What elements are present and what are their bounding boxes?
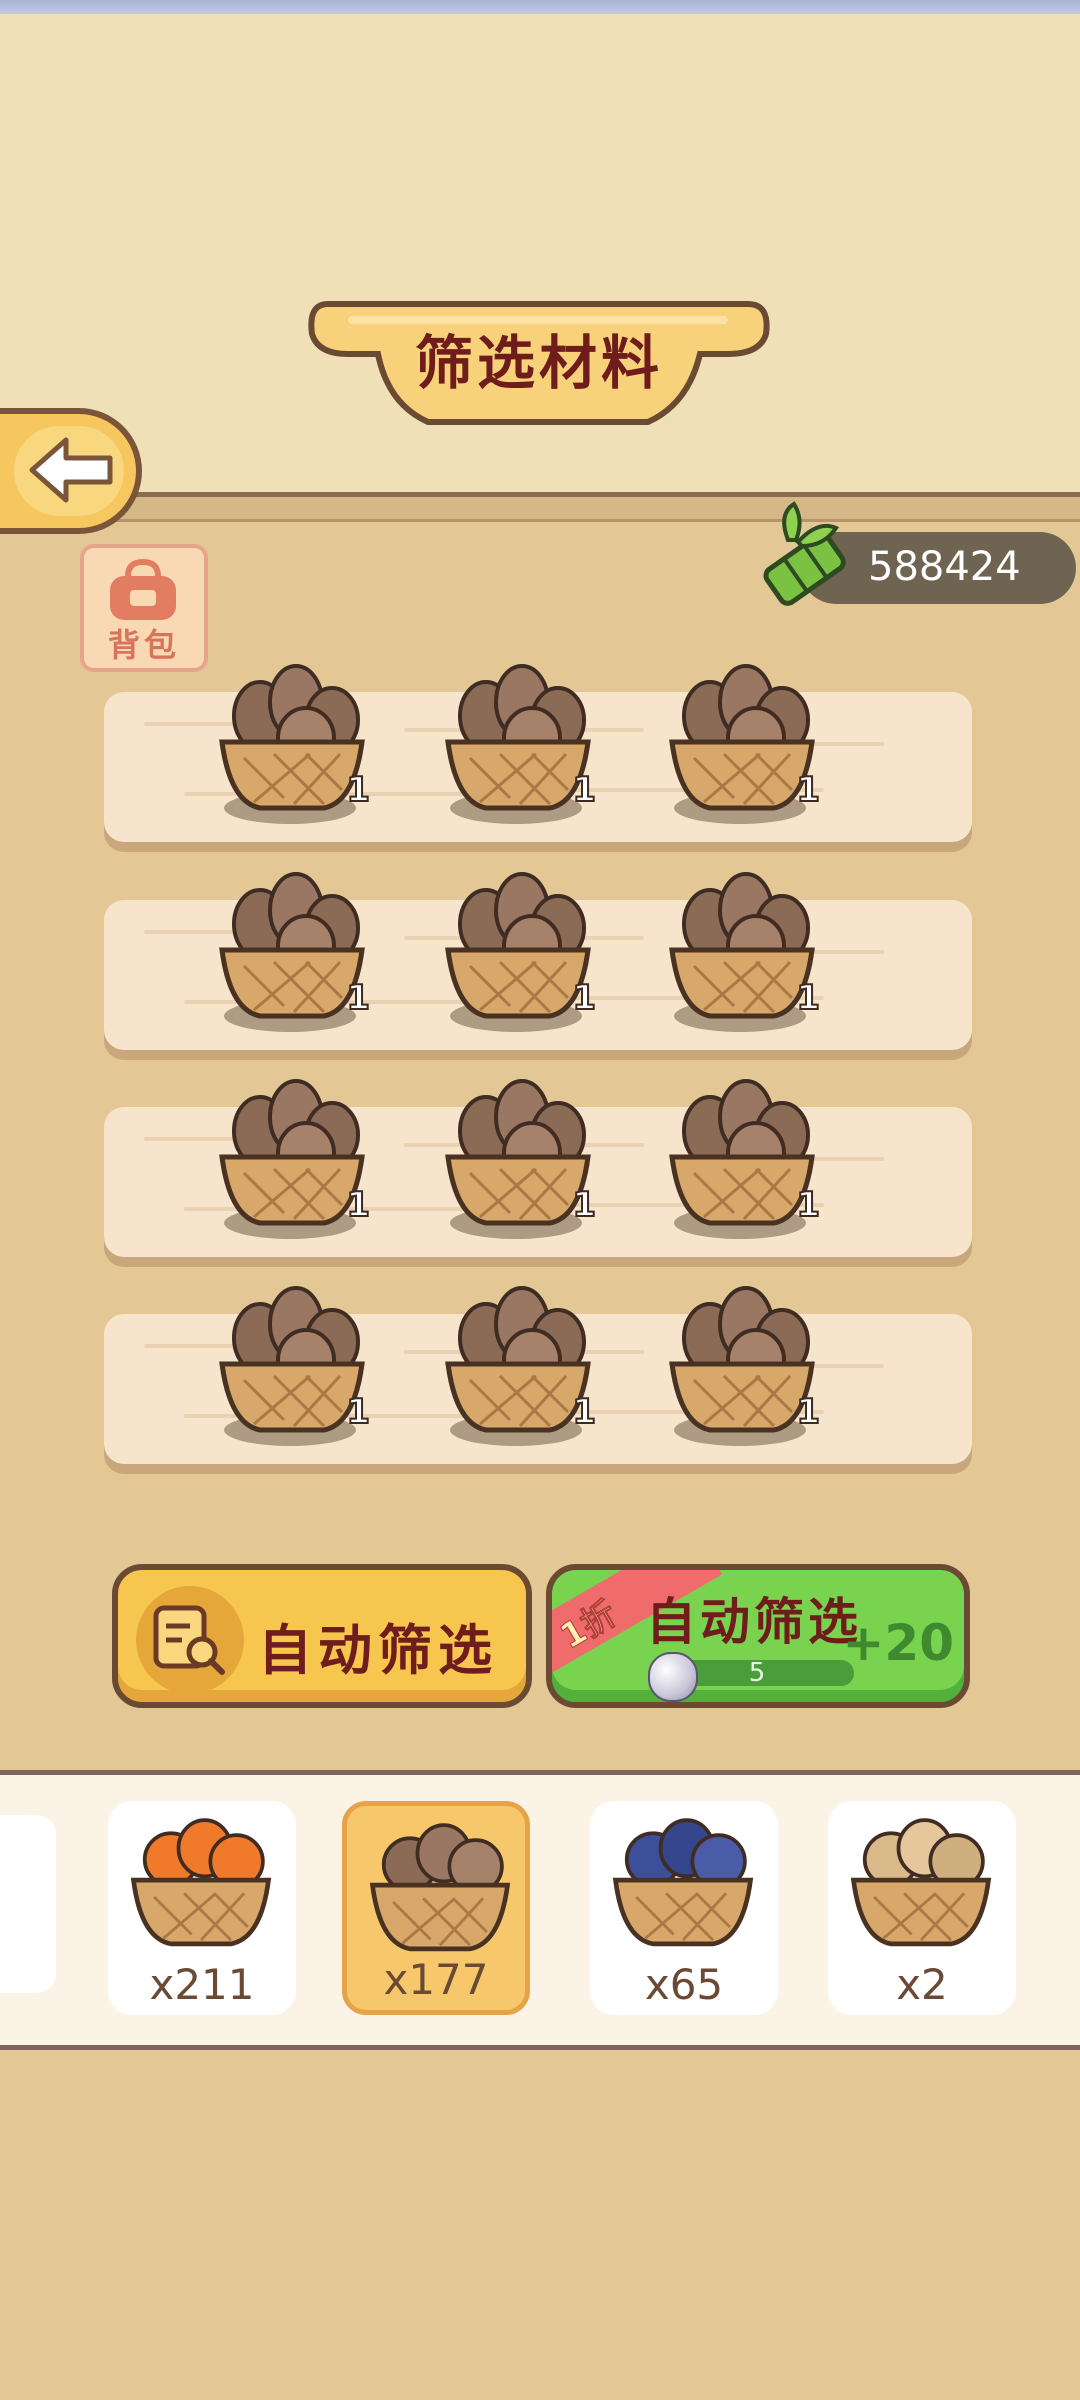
inventory-qty: x211: [149, 1960, 255, 2009]
basket-count: 1: [795, 1391, 821, 1433]
taro-basket[interactable]: 1: [440, 866, 600, 1036]
basket-count: 1: [345, 1391, 371, 1433]
backpack-label: 背包: [107, 626, 180, 664]
taro-basket[interactable]: 1: [664, 866, 824, 1036]
taro-basket[interactable]: 1: [440, 1280, 600, 1450]
backpack-button[interactable]: 背包: [80, 544, 208, 672]
auto-filter-button[interactable]: 自动筛选: [112, 1564, 532, 1708]
basket-count: 1: [571, 1184, 597, 1226]
bonus-amount: +20: [842, 1614, 954, 1672]
back-button[interactable]: [0, 408, 142, 534]
inventory-slot-potato-basket[interactable]: x2: [828, 1801, 1016, 2015]
taro-basket[interactable]: 1: [214, 866, 374, 1036]
basket-count: 1: [345, 977, 371, 1019]
inventory-qty: x2: [896, 1960, 948, 2009]
taro-basket[interactable]: 1: [664, 1280, 824, 1450]
bamboo-icon: [763, 501, 846, 606]
inventory-slot-carrot-basket[interactable]: x211: [108, 1801, 296, 2015]
taro-basket[interactable]: 1: [664, 658, 824, 828]
inventory-slot-taro-basket[interactable]: x177: [342, 1801, 530, 2015]
taro-basket[interactable]: 1: [214, 1073, 374, 1243]
backpack-icon: [110, 558, 176, 620]
taro-basket[interactable]: 1: [214, 658, 374, 828]
taro-basket[interactable]: 1: [664, 1073, 824, 1243]
blueberry-basket-icon: [612, 1818, 754, 1947]
basket-count: 1: [795, 1184, 821, 1226]
inventory-edge: [0, 1815, 56, 1993]
taro-basket[interactable]: 1: [214, 1280, 374, 1450]
carrot-basket-icon: [130, 1818, 272, 1947]
arrow-left-icon: [29, 437, 113, 503]
top-strip: [0, 0, 1080, 14]
basket-count: 1: [345, 769, 371, 811]
currency-value: 588424: [868, 544, 1021, 590]
auto-filter-label: 自动筛选: [258, 1618, 498, 1682]
taro-basket[interactable]: 1: [440, 658, 600, 828]
discount-auto-filter-label: 自动筛选: [646, 1592, 862, 1651]
taro-basket[interactable]: 1: [440, 1073, 600, 1243]
inventory-slot-blueberry-basket[interactable]: x65: [590, 1801, 778, 2015]
inventory-bar[interactable]: x211 x177 x65 x2: [0, 1770, 1080, 2050]
inventory-qty: x65: [644, 1960, 724, 2009]
title-banner: 筛选材料: [308, 294, 770, 432]
page-title: 筛选材料: [414, 329, 663, 397]
discount-auto-filter-button[interactable]: 1折 自动筛选 5 +20: [546, 1564, 970, 1708]
search-document-icon: [153, 1605, 225, 1675]
potato-basket-icon: [850, 1818, 992, 1947]
basket-count: 1: [571, 977, 597, 1019]
basket-count: 1: [795, 977, 821, 1019]
basket-count: 1: [795, 769, 821, 811]
pearl-icon: [648, 1652, 698, 1702]
basket-count: 1: [345, 1184, 371, 1226]
header-rail: [0, 492, 1080, 522]
taro-basket-icon: [369, 1823, 511, 1952]
basket-count: 1: [571, 769, 597, 811]
auto-filter-icon-bg: [136, 1586, 244, 1694]
basket-count: 1: [571, 1391, 597, 1433]
inventory-qty: x177: [383, 1955, 489, 2004]
